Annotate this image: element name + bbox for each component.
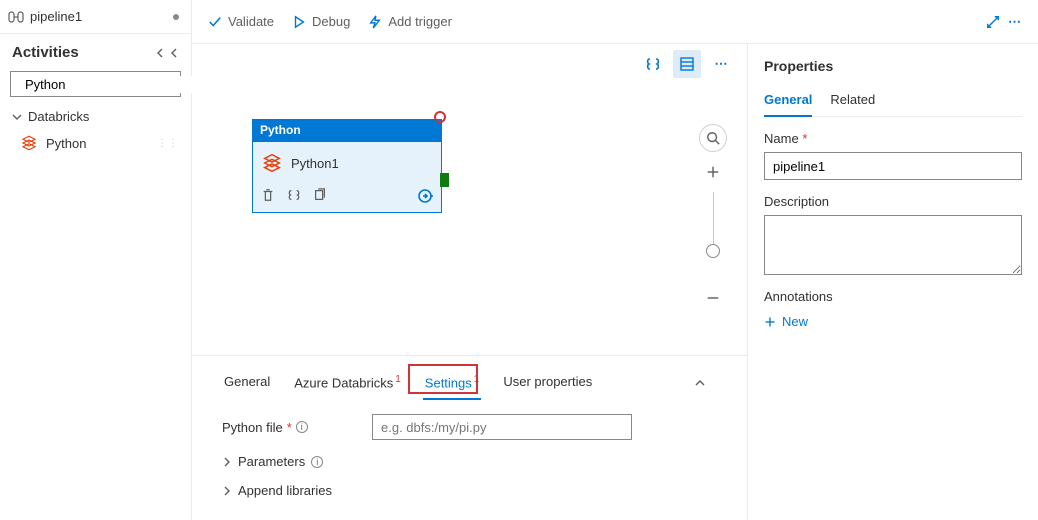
lightning-icon [368,15,382,29]
drag-grip-icon: ⋮⋮ [157,138,179,149]
ptab-related[interactable]: Related [830,86,875,116]
node-name: Python1 [291,156,339,171]
warning-indicator-icon [434,111,446,123]
validate-button[interactable]: Validate [208,14,274,29]
category-label: Databricks [28,109,89,124]
name-label: Name [764,131,799,146]
chevron-up-icon [695,378,705,388]
sidebar-item-label: Python [46,136,86,151]
zoom-fit-button[interactable] [699,124,727,152]
properties-toggle-button[interactable] [673,50,701,78]
plus-icon [706,165,720,179]
databricks-icon [261,152,283,174]
activities-heading: Activities [12,44,79,61]
properties-heading: Properties [764,58,1022,74]
play-icon [292,15,306,29]
zoom-slider-track[interactable] [713,192,714,248]
search-input[interactable] [23,76,203,93]
name-input[interactable] [764,152,1022,180]
info-icon[interactable]: i [296,421,308,433]
info-icon[interactable]: i [311,456,323,468]
tab-user-properties[interactable]: User properties [501,366,594,399]
activities-search[interactable] [10,71,181,97]
code-view-button[interactable] [639,50,667,78]
ptab-general[interactable]: General [764,86,812,117]
tab-title: pipeline1 [30,9,82,24]
node-output-button[interactable] [417,188,433,204]
tab-azure-databricks[interactable]: Azure Databricks1 [292,366,403,400]
python-file-label: Python file [222,420,283,435]
parameters-expander[interactable]: Parameters i [222,454,717,469]
zoom-in-button[interactable] [699,158,727,186]
delete-node-button[interactable] [261,188,275,204]
add-trigger-button[interactable]: Add trigger [368,14,452,29]
zoom-slider-knob[interactable] [706,244,720,258]
expand-icon[interactable] [986,15,1000,29]
canvas-more-button[interactable]: ⋯ [707,50,735,78]
pipeline-icon [8,9,24,25]
plus-icon [764,316,776,328]
chevron-right-icon [222,457,232,467]
node-output-handle[interactable] [440,173,449,187]
node-code-button[interactable] [287,188,301,204]
debug-button[interactable]: Debug [292,14,350,29]
zoom-out-button[interactable] [699,284,727,312]
chevron-down-icon [12,112,22,122]
check-icon [208,15,222,29]
chevron-right-icon [222,486,232,496]
minus-icon [706,291,720,305]
category-databricks[interactable]: Databricks [0,105,191,128]
badge-count: 1 [395,374,401,385]
more-icon[interactable]: ⋯ [1008,14,1022,30]
trash-icon [261,188,275,202]
add-annotation-button[interactable]: New [764,314,1022,329]
databricks-icon [20,134,38,152]
pipeline-canvas[interactable]: ⋯ Python Python1 [192,44,747,355]
copy-icon [313,188,327,202]
python-file-input[interactable] [372,414,632,440]
search-icon [706,131,720,145]
node-type-label: Python [252,119,442,141]
activity-node-python[interactable]: Python Python1 [252,119,442,213]
unsaved-dot-icon [173,14,179,20]
append-libraries-expander[interactable]: Append libraries [222,483,717,498]
collapse-activities-button[interactable] [155,48,179,58]
tab-settings[interactable]: Settings1 [423,366,482,400]
tab-general[interactable]: General [222,366,272,399]
badge-count: 1 [474,374,480,385]
sidebar-item-python[interactable]: Python ⋮⋮ [0,128,191,158]
description-input[interactable] [764,215,1022,275]
annotations-label: Annotations [764,289,1022,304]
collapse-panel-button[interactable] [695,378,717,388]
clone-node-button[interactable] [313,188,327,204]
description-label: Description [764,194,1022,209]
